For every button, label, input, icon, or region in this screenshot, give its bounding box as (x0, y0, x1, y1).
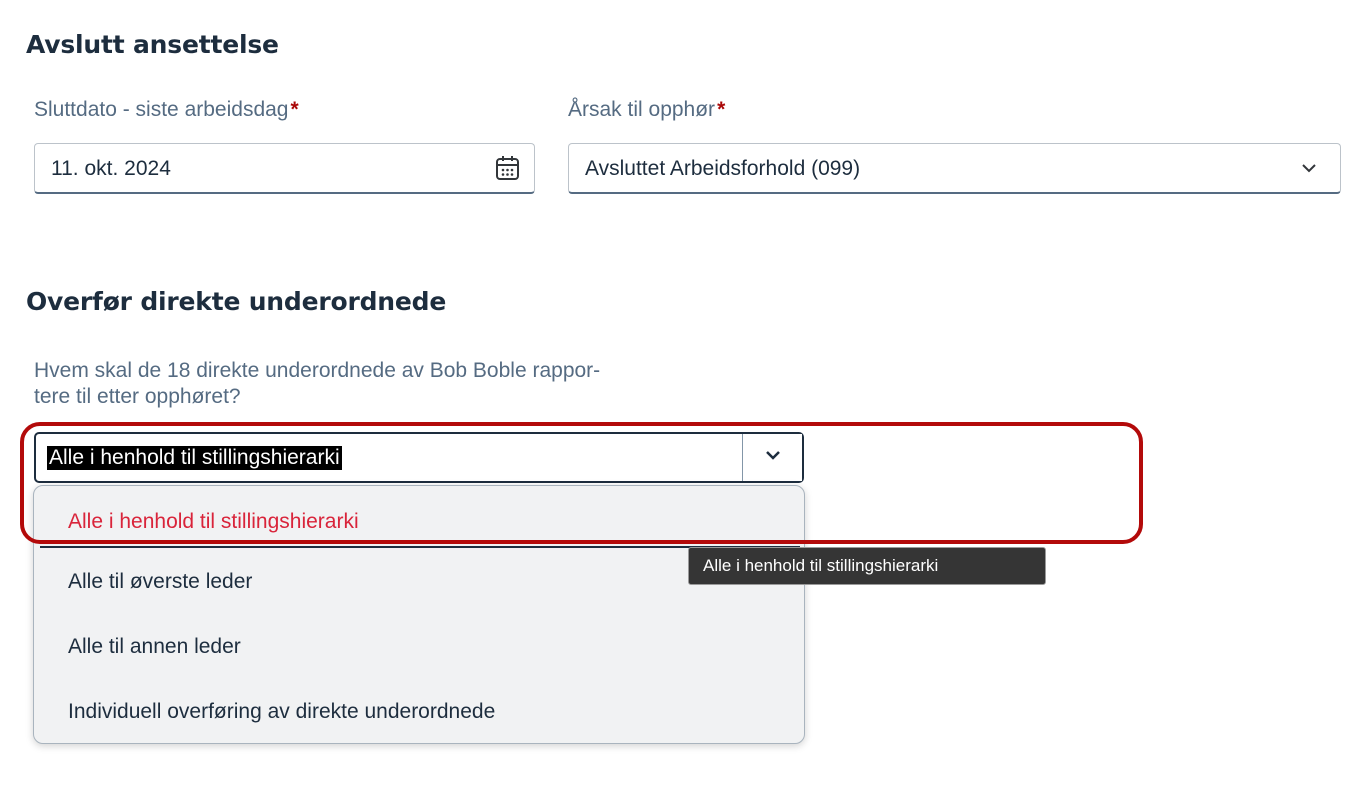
chevron-down-icon[interactable] (1298, 157, 1320, 184)
end-date-value: 11. okt. 2024 (51, 157, 171, 180)
transfer-question: Hvem skal de 18 direkte underordnede av … (34, 358, 600, 410)
section-title-terminate: Avslutt ansettelse (26, 30, 279, 59)
reason-select[interactable]: Avsluttet Arbeidsforhold (099) (568, 143, 1341, 194)
option-other-manager[interactable]: Alle til annen leder (68, 635, 241, 659)
highlight-annotation (20, 422, 1143, 544)
transfer-question-line2: tere til etter opphøret? (34, 385, 241, 408)
reason-value: Avsluttet Arbeidsforhold (099) (585, 157, 861, 180)
required-mark: * (717, 98, 726, 121)
transfer-question-line1: Hvem skal de 18 direkte underordnede av … (34, 359, 601, 382)
calendar-icon[interactable] (495, 154, 521, 187)
reason-label: Årsak til opphør* (568, 98, 725, 122)
option-tooltip: Alle i henhold til stillingshierarki (688, 547, 1046, 585)
reason-label-text: Årsak til opphør (568, 98, 716, 121)
option-top-manager[interactable]: Alle til øverste leder (68, 570, 252, 594)
option-divider (40, 546, 800, 548)
section-title-transfer: Overfør direkte underordnede (26, 287, 447, 316)
end-date-label: Sluttdato - siste arbeidsdag* (34, 98, 299, 122)
end-date-field[interactable]: 11. okt. 2024 (34, 143, 535, 194)
option-individual-transfer[interactable]: Individuell overføring av direkte undero… (68, 700, 495, 724)
end-date-label-text: Sluttdato - siste arbeidsdag (34, 98, 289, 121)
required-mark: * (290, 98, 299, 121)
